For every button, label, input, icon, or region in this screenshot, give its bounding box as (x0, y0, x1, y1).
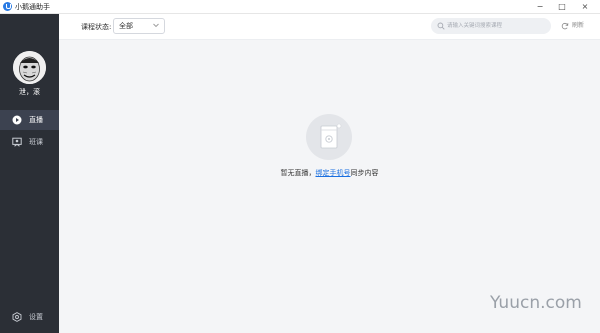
bind-phone-link[interactable]: 绑定手机号 (316, 169, 351, 177)
avatar[interactable] (13, 51, 46, 84)
sidebar-item-label: 直播 (29, 116, 43, 124)
sidebar-item-live[interactable]: 直播 (0, 110, 59, 130)
sidebar-item-label: 设置 (29, 313, 43, 321)
refresh-label: 刷新 (572, 22, 585, 29)
search-box[interactable] (431, 18, 551, 34)
sidebar-item-settings[interactable]: 设置 (0, 308, 59, 326)
avatar-face-icon (13, 51, 46, 84)
sidebar-item-class[interactable]: 班课 (0, 132, 59, 152)
minimize-icon[interactable]: − (529, 0, 551, 14)
play-circle-icon (12, 115, 22, 125)
toolbar: 课程状态: 全部 刷新 (59, 14, 600, 40)
chevron-down-icon (153, 23, 159, 28)
title-bar: 小鹅通助手 − □ × (0, 0, 600, 14)
search-input[interactable] (447, 19, 547, 33)
close-icon[interactable]: × (574, 0, 596, 14)
classroom-icon (12, 137, 22, 147)
hexagon-settings-icon (12, 312, 22, 322)
sidebar: 泄，滚 直播 班课 设置 (0, 14, 59, 333)
username: 泄，滚 (19, 88, 40, 96)
course-status-value: 全部 (119, 22, 133, 30)
course-status-select[interactable]: 全部 (113, 18, 165, 34)
window-title: 小鹅通助手 (15, 3, 50, 11)
empty-state-graphic (306, 114, 352, 160)
empty-text-after: 同步内容 (350, 169, 379, 177)
main-content: 课程状态: 全部 刷新 (59, 14, 600, 333)
empty-text-before: 暂无直播， (280, 169, 316, 177)
refresh-icon (561, 22, 569, 30)
app-logo-icon (3, 2, 12, 11)
empty-box-icon (320, 123, 342, 149)
course-status-label: 课程状态: (81, 23, 112, 31)
scrollbar[interactable] (593, 40, 600, 333)
empty-state-message: 暂无直播，绑定手机号同步内容 (59, 168, 600, 178)
watermark: Yuucn.com (490, 293, 582, 313)
maximize-icon[interactable]: □ (551, 0, 573, 14)
sidebar-item-label: 班课 (29, 138, 43, 146)
search-icon (437, 22, 445, 30)
